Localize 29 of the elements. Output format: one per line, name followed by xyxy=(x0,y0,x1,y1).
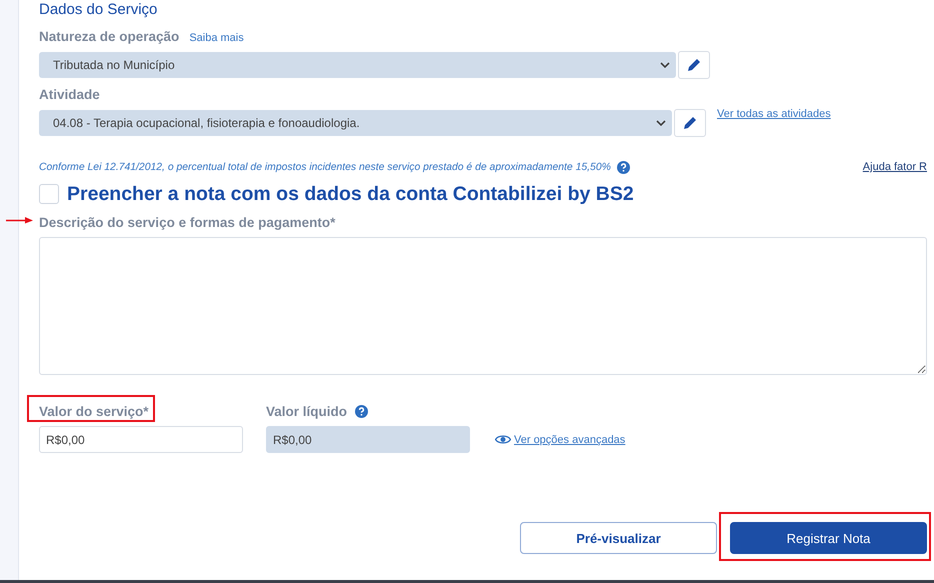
section-title: Dados do Serviço xyxy=(39,1,158,20)
ver-atividades-link[interactable]: Ver todas as atividades xyxy=(717,108,831,120)
opcoes-avancadas-link[interactable]: Ver opções avançadas xyxy=(514,434,626,446)
edit-button[interactable] xyxy=(678,51,710,79)
field-label: Atividade xyxy=(39,87,100,102)
checkbox-label: Preencher a nota com os dados da conta Contabilizei by BS2 xyxy=(67,182,634,206)
field-label: Valor líquido xyxy=(266,404,348,418)
register-button[interactable]: Registrar Nota xyxy=(730,522,927,554)
valor-servico-field[interactable]: R$0,00 xyxy=(39,426,243,453)
pencil-icon xyxy=(682,115,698,131)
eye-icon xyxy=(495,434,511,445)
field-label: Valor do serviço* xyxy=(39,404,149,418)
chevron-down-icon xyxy=(656,120,666,126)
help-icon[interactable] xyxy=(355,404,368,418)
preview-button[interactable]: Pré-visualizar xyxy=(520,522,717,554)
description-field[interactable] xyxy=(39,237,927,375)
valor-liquido-field[interactable]: R$0,00 xyxy=(266,426,470,453)
checkbox[interactable] xyxy=(39,184,59,204)
help-icon[interactable] xyxy=(616,160,630,174)
ajuda-fator-r-link[interactable]: Ajuda fator R xyxy=(862,161,927,173)
tax-note: Conforme Lei 12.741/2012, o percentual total de impostos incidentes neste serviço prestado é de aproximadamente 15,50% xyxy=(39,162,611,172)
select-field[interactable]: Tributada no Município xyxy=(39,52,676,78)
saiba-mais-link[interactable]: Saiba mais xyxy=(189,32,244,44)
pencil-icon xyxy=(686,57,702,73)
chevron-down-icon xyxy=(660,62,670,68)
field-label: Descrição do serviço e formas de pagamento* xyxy=(39,215,336,230)
select-field[interactable]: 04.08 - Terapia ocupacional, fisioterapia e fonoaudiologia. xyxy=(39,110,672,136)
field-label: Natureza de operação xyxy=(39,29,180,44)
edit-button[interactable] xyxy=(674,109,706,137)
